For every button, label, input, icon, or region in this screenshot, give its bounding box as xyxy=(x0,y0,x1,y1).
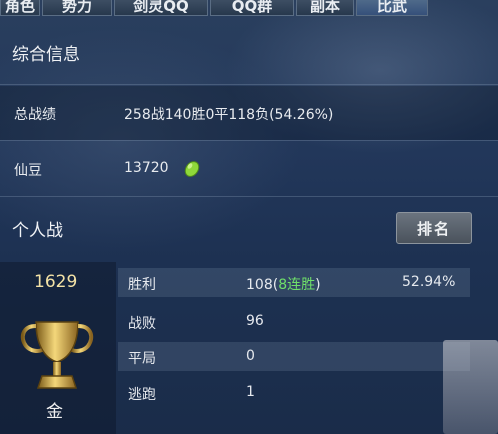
stat-label: 逃跑 xyxy=(128,387,156,403)
win-percent: 52.94% xyxy=(402,274,456,290)
stat-value: 0 xyxy=(246,348,255,364)
tab-bar: 角色 势力 剑灵QQ QQ群 副本 比武 xyxy=(0,0,498,16)
record-label: 总战绩 xyxy=(14,107,56,123)
stat-value: 108(8连胜) xyxy=(246,277,321,293)
medal-label: 金 xyxy=(46,402,63,422)
bean-label: 仙豆 xyxy=(14,163,42,179)
stat-label: 战败 xyxy=(128,316,156,332)
win-streak: 8连胜 xyxy=(278,277,316,293)
divider xyxy=(0,140,498,141)
gold-trophy-icon xyxy=(20,321,94,389)
watermark-icon xyxy=(443,340,498,434)
divider xyxy=(0,84,498,85)
tab-arena[interactable]: 比武 xyxy=(356,0,428,16)
tab-dungeon[interactable]: 副本 xyxy=(296,0,354,16)
overview-title: 综合信息 xyxy=(12,45,80,65)
tab-jianling-qq[interactable]: 剑灵QQ xyxy=(114,0,208,16)
stat-value: 96 xyxy=(246,313,264,329)
tab-character[interactable]: 角色 xyxy=(0,0,40,16)
divider xyxy=(0,196,498,197)
bean-value: 13720 xyxy=(124,160,169,176)
stat-label: 平局 xyxy=(128,351,156,367)
stat-row-win: 胜利 108(8连胜) 52.94% xyxy=(118,268,470,297)
stat-row-loss: 战败 96 xyxy=(118,307,470,336)
tab-qq-group[interactable]: QQ群 xyxy=(210,0,294,16)
stat-row-flee: 逃跑 1 xyxy=(118,378,470,407)
record-value: 258战140胜0平118负(54.26%) xyxy=(124,107,334,123)
stat-row-draw: 平局 0 xyxy=(118,342,470,371)
stat-label: 胜利 xyxy=(128,277,156,293)
green-bean-icon xyxy=(184,161,200,177)
stat-value: 1 xyxy=(246,384,255,400)
rank-button[interactable]: 排名 xyxy=(396,212,472,244)
personal-title: 个人战 xyxy=(12,221,63,241)
score-value: 1629 xyxy=(34,272,78,292)
tab-faction[interactable]: 势力 xyxy=(42,0,112,16)
